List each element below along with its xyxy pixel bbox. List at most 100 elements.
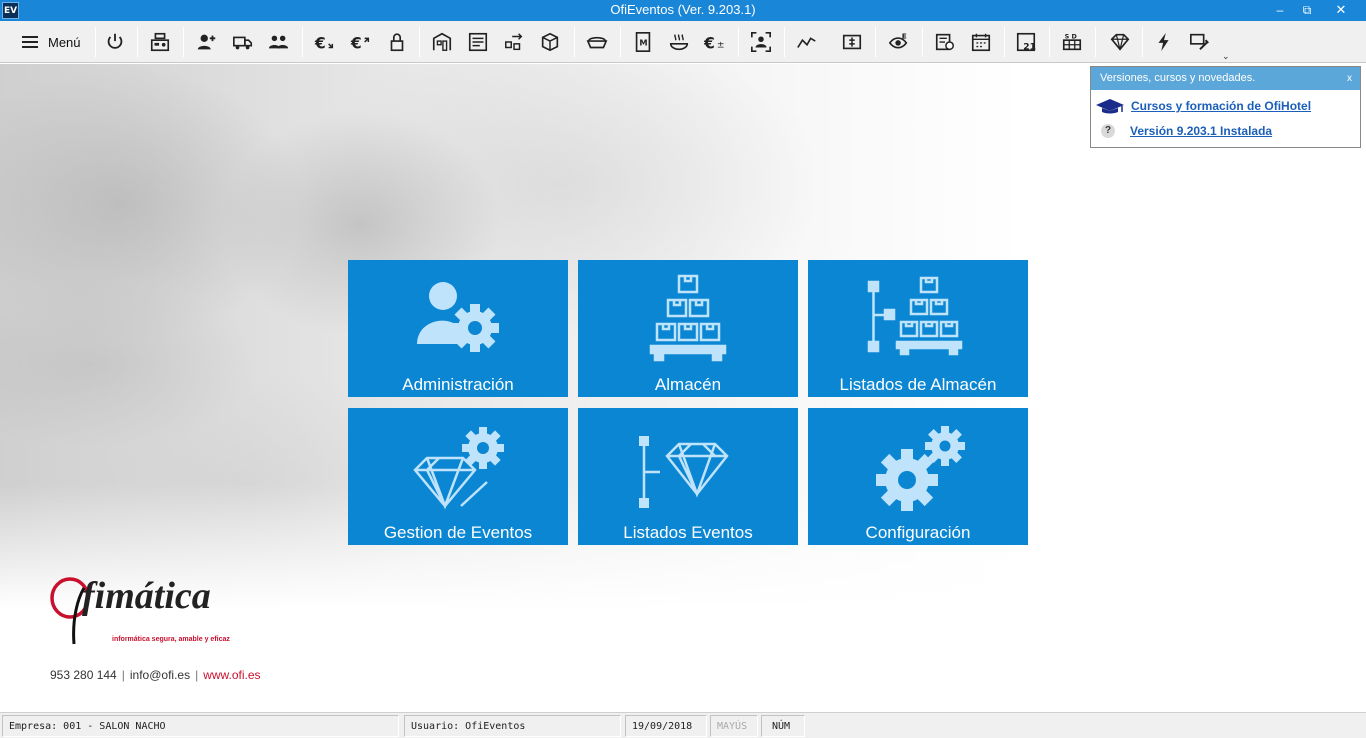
- trend-chart-icon: [797, 37, 816, 48]
- svg-text:€: €: [314, 34, 326, 52]
- user-add-icon: [197, 34, 216, 50]
- toolbar-separator: [922, 27, 923, 57]
- toolbar-separator: [302, 27, 303, 57]
- tile-listados-almacen[interactable]: Listados de Almacén: [808, 260, 1028, 397]
- tile-administracion[interactable]: Administración: [348, 260, 568, 397]
- invoice-icon: [935, 33, 954, 51]
- news-version-row: ? Versión 9.203.1 Instalada: [1091, 121, 1272, 141]
- euro-in-button[interactable]: €: [311, 29, 339, 55]
- status-user: Usuario: OfiEventos: [404, 715, 621, 737]
- toolbar-separator: [574, 27, 575, 57]
- tile-almacen[interactable]: Almacén: [578, 260, 798, 397]
- contact-web[interactable]: www.ofi.es: [203, 668, 260, 682]
- euro-in-icon: €: [314, 34, 334, 52]
- trend-chart-button[interactable]: [793, 29, 821, 55]
- courses-link[interactable]: Cursos y formación de OfiHotel: [1131, 99, 1311, 113]
- tray-button[interactable]: [583, 29, 611, 55]
- minimize-button[interactable]: –: [1267, 1, 1293, 19]
- toolbar-separator: [419, 27, 420, 57]
- lightning-icon: [1158, 32, 1169, 52]
- schedule-sd-button[interactable]: S D: [1058, 29, 1086, 55]
- logo-brand-text: fimática: [82, 575, 211, 617]
- admin-user-gear-icon: [348, 274, 568, 366]
- title-bar: EV OfiEventos (Ver. 9.203.1) – ⧉ ✕: [0, 0, 1366, 21]
- eye-e-button[interactable]: E: [885, 29, 913, 55]
- scale-button[interactable]: [838, 29, 866, 55]
- box-button[interactable]: [536, 29, 564, 55]
- diamond-gear-icon: [348, 422, 568, 514]
- diamond-list-icon: [578, 422, 798, 514]
- euro-plus-minus-icon: € ±: [704, 34, 725, 52]
- calendar-21-icon: 21: [1016, 32, 1036, 52]
- toolbar-separator: [1004, 27, 1005, 57]
- svg-text:S D: S D: [1065, 32, 1077, 40]
- tile-configuracion[interactable]: Configuración: [808, 408, 1028, 545]
- tile-gestion-eventos[interactable]: Gestion de Eventos: [348, 408, 568, 545]
- warehouse-boxes-icon: [578, 274, 798, 366]
- lightning-button[interactable]: [1150, 29, 1178, 55]
- svg-text:21: 21: [1023, 41, 1036, 52]
- euro-out-button[interactable]: €: [347, 29, 375, 55]
- wrench-icon: [1190, 33, 1209, 51]
- version-link[interactable]: Versión 9.203.1 Instalada: [1130, 124, 1272, 138]
- close-button[interactable]: ✕: [1328, 1, 1354, 19]
- toolbar-separator: [784, 27, 785, 57]
- diamond-tag-icon: [1110, 33, 1130, 51]
- toolbar-separator: [875, 27, 876, 57]
- restore-button[interactable]: ⧉: [1294, 1, 1320, 19]
- menu-button[interactable]: Menú: [10, 27, 90, 57]
- svg-text:E: E: [902, 31, 907, 40]
- transfer-button[interactable]: [500, 29, 528, 55]
- user-add-button[interactable]: [193, 29, 221, 55]
- calendar-21-button[interactable]: 21: [1012, 29, 1040, 55]
- users-button[interactable]: [265, 29, 293, 55]
- invoice-button[interactable]: [931, 29, 959, 55]
- contact-phone: 953 280 144: [50, 668, 117, 682]
- calendar-button[interactable]: [967, 29, 995, 55]
- menu-card-button[interactable]: M: [629, 29, 657, 55]
- cash-register-button[interactable]: [146, 29, 174, 55]
- status-caps-lock: MAYÚS: [710, 715, 758, 737]
- menu-card-icon: M: [635, 32, 651, 52]
- news-close-button[interactable]: x: [1347, 67, 1352, 90]
- toolbar: Menú € € M € ± E 21 S D ⌄: [0, 21, 1366, 63]
- menu-label: Menú: [48, 34, 81, 50]
- svg-text:M: M: [639, 38, 647, 48]
- hot-dish-button[interactable]: [665, 29, 693, 55]
- toolbar-separator: [95, 27, 96, 57]
- schedule-sd-icon: S D: [1062, 32, 1082, 51]
- gears-icon: [808, 422, 1028, 514]
- building-icon: [432, 32, 452, 51]
- ofimatica-logo: fimática informática segura, amable y ef…: [48, 574, 248, 646]
- status-date: 19/09/2018: [625, 715, 707, 737]
- tile-listados-eventos[interactable]: Listados Eventos: [578, 408, 798, 545]
- person-target-button[interactable]: [747, 29, 775, 55]
- euro-plus-minus-button[interactable]: € ±: [701, 29, 729, 55]
- contact-separator: |: [121, 668, 125, 682]
- tile-label: Configuración: [865, 523, 971, 542]
- lock-icon: [390, 33, 404, 52]
- tile-label: Listados Eventos: [623, 523, 753, 542]
- graduation-cap-icon: [1096, 99, 1124, 114]
- diamond-tag-button[interactable]: [1106, 29, 1134, 55]
- toolbar-separator: [137, 27, 138, 57]
- news-popup: Versiones, cursos y novedades. x Cursos …: [1090, 66, 1361, 148]
- settings-wrench-button[interactable]: [1186, 29, 1214, 55]
- svg-text:€: €: [704, 34, 715, 52]
- warehouse-list-icon: [808, 274, 1028, 366]
- storefront-icon: [468, 32, 488, 52]
- transfer-icon: [505, 33, 523, 51]
- storefront-button[interactable]: [464, 29, 492, 55]
- contact-email[interactable]: info@ofi.es: [130, 668, 190, 682]
- toolbar-separator: [738, 27, 739, 57]
- power-button[interactable]: [101, 29, 129, 55]
- power-icon: [107, 33, 123, 49]
- toolbar-separator: [620, 27, 621, 57]
- person-target-icon: [751, 32, 771, 52]
- building-button[interactable]: [428, 29, 456, 55]
- lock-button[interactable]: [383, 29, 411, 55]
- delivery-truck-icon: [233, 36, 253, 50]
- toolbar-overflow-icon[interactable]: ⌄: [1222, 51, 1230, 62]
- status-company: Empresa: 001 - SALON NACHO: [2, 715, 399, 737]
- delivery-button[interactable]: [229, 29, 257, 55]
